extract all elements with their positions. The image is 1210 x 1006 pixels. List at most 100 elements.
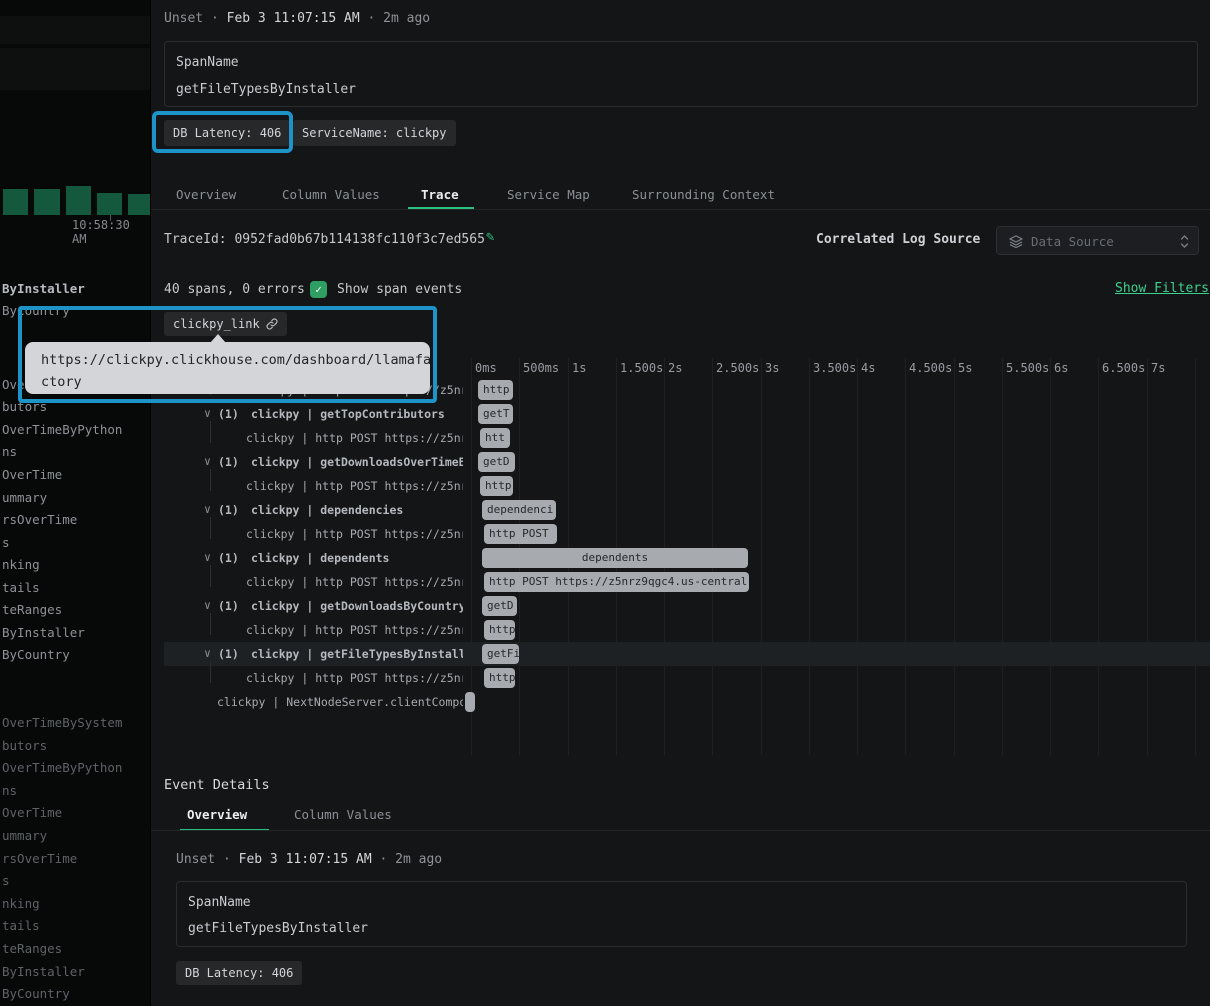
data-source-select[interactable]: Data Source <box>996 226 1199 255</box>
histogram-bar <box>34 189 60 215</box>
result-row-fragment[interactable]: ummary <box>2 490 47 505</box>
span-row[interactable]: ∨(1)clickpy | getDownloadsOverTimeBySget… <box>151 450 1210 474</box>
span-event-count: (1) <box>218 498 239 522</box>
span-duration-bar[interactable]: dependents <box>482 548 748 568</box>
result-row-fragment[interactable]: ByInstaller <box>2 964 85 979</box>
span-duration-bar[interactable]: dependenci <box>482 500 556 520</box>
event-details-tab-overview[interactable]: Overview <box>187 807 247 822</box>
result-row-fragment[interactable]: teRanges <box>2 602 62 617</box>
tab-service-map[interactable]: Service Map <box>507 187 590 202</box>
edit-trace-id-icon[interactable]: ✎ <box>486 229 494 245</box>
tooltip-url-line1: https://clickpy.clickhouse.com/dashboard… <box>41 349 414 371</box>
span-duration-bar[interactable]: http POST <box>484 524 557 544</box>
event-header-line: Unset · Feb 3 11:07:15 AM · 2m ago <box>164 11 430 26</box>
span-row[interactable]: clickpy | http POST https://z5nrz http PO… <box>151 570 1210 594</box>
span-duration-bar[interactable]: http <box>484 668 515 688</box>
tab-trace[interactable]: Trace <box>421 187 459 202</box>
span-duration-bar[interactable]: http <box>480 476 513 496</box>
span-row[interactable]: ∨(1)clickpy | dependenciesdependenci <box>151 498 1210 522</box>
span-row[interactable]: clickpy | NextNodeServer.clientCompone <box>151 690 1210 714</box>
result-row-fragment[interactable]: OverTimeByPython <box>2 422 122 437</box>
result-row-fragment[interactable]: s <box>2 535 10 550</box>
span-duration-bar[interactable]: getFi <box>482 644 519 664</box>
histogram-bar <box>3 189 28 215</box>
span-row[interactable]: ∨(1)clickpy | getDownloadsByCountrygetD <box>151 594 1210 618</box>
tab-overview[interactable]: Overview <box>176 187 236 202</box>
timeline-tick-label: 5.500s <box>1006 361 1049 375</box>
result-row-fragment[interactable]: ummary <box>2 828 47 843</box>
show-filters-link[interactable]: Show Filters <box>1115 281 1209 296</box>
span-duration-bar[interactable] <box>465 692 475 712</box>
span-row-name: clickpy | http POST https://z5nrz <box>151 426 463 450</box>
result-row-fragment[interactable]: ByInstaller <box>2 625 85 640</box>
span-duration-bar[interactable]: getD <box>482 596 517 616</box>
span-duration-bar[interactable]: getD <box>478 452 515 472</box>
span-name-text: clickpy | getDownloadsOverTimeByS <box>251 450 463 474</box>
spans-summary: 40 spans, 0 errors <box>164 282 305 297</box>
span-row-name: clickpy | http POST https://z5nrz <box>151 666 463 690</box>
span-duration-bar[interactable]: getT <box>478 404 513 424</box>
span-event-count: (1) <box>218 546 239 570</box>
result-row-fragment[interactable]: nking <box>2 557 40 572</box>
event-details-db-latency-badge[interactable]: DB Latency: 406 <box>176 961 302 985</box>
show-span-events-label[interactable]: Show span events <box>337 282 462 297</box>
highlight-box-db-latency <box>152 111 293 153</box>
service-name-badge[interactable]: ServiceName: clickpy <box>293 120 456 146</box>
span-row-name: clickpy | NextNodeServer.clientCompone <box>151 690 463 714</box>
separator-dot: · <box>223 852 231 867</box>
span-row[interactable]: clickpy | http POST https://z5nrzhttp <box>151 618 1210 642</box>
result-row-fragment[interactable]: OverTime <box>2 805 62 820</box>
span-row[interactable]: clickpy | http POST https://z5nrz http <box>151 666 1210 690</box>
span-row[interactable]: clickpy | http POST https://z5nrz http <box>151 474 1210 498</box>
span-name-text: clickpy | dependencies <box>251 498 403 522</box>
result-row-fragment[interactable]: OverTime <box>2 467 62 482</box>
event-timestamp: Feb 3 11:07:15 AM <box>227 11 360 26</box>
result-row-fragment[interactable]: ns <box>2 783 17 798</box>
result-row-fragment[interactable]: ByCountry <box>2 986 70 1001</box>
span-name-text: clickpy | getDownloadsByCountry <box>251 594 463 618</box>
span-row-name: clickpy | http POST https://z5nrz <box>151 522 463 546</box>
span-duration-bar[interactable]: htt <box>480 428 510 448</box>
result-row-fragment[interactable]: s <box>2 873 10 888</box>
span-name-label: SpanName <box>188 895 251 910</box>
result-row-fragment[interactable]: ns <box>2 444 17 459</box>
span-name-value: getFileTypesByInstaller <box>176 82 356 97</box>
histogram-bar <box>97 193 122 215</box>
data-source-placeholder: Data Source <box>1031 227 1114 256</box>
result-row-fragment[interactable]: tails <box>2 580 40 595</box>
span-row[interactable]: clickpy | http POST https://z5nrz http PO… <box>151 522 1210 546</box>
tab-column-values[interactable]: Column Values <box>282 187 380 202</box>
timeline-tick-label: 500ms <box>523 361 559 375</box>
result-row-fragment[interactable]: OverTimeBySystem <box>2 715 122 730</box>
span-name-text: clickpy | http POST https://z5nrz <box>246 666 463 690</box>
histogram-bar <box>128 194 150 215</box>
result-row-fragment[interactable]: ByCountry <box>2 647 70 662</box>
span-row[interactable]: ∨(1)clickpy | getTopContributorsgetT <box>151 402 1210 426</box>
span-name-text: clickpy | getTopContributors <box>251 402 445 426</box>
layers-icon <box>1009 235 1023 248</box>
span-row[interactable]: clickpy | http POST https://z5nrz htt <box>151 426 1210 450</box>
span-row[interactable]: ∨(1)clickpy | dependentsdependents <box>151 546 1210 570</box>
span-duration-bar[interactable]: http <box>478 380 513 400</box>
event-details-title: Event Details <box>164 777 270 793</box>
show-span-events-checkbox[interactable]: ✓ <box>310 281 327 298</box>
span-duration-bar[interactable]: http POST https://z5nrz9qgc4.us-central <box>484 572 749 592</box>
span-row[interactable]: ∨(1)clickpy | getFileTypesByInstallerget… <box>151 642 1210 666</box>
result-row-fragment[interactable]: ByInstaller <box>2 281 85 296</box>
span-row-name: clickpy | http POST https://z5nrz <box>151 570 463 594</box>
result-row-fragment[interactable]: rsOverTime <box>2 851 77 866</box>
timeline-tick-label: 2.500s <box>716 361 759 375</box>
result-row-fragment[interactable]: OverTimeByPython <box>2 760 122 775</box>
span-duration-bar[interactable]: http <box>484 620 515 640</box>
result-row-fragment[interactable]: butors <box>2 738 47 753</box>
result-row-fragment[interactable]: teRanges <box>2 941 62 956</box>
tab-surrounding-context[interactable]: Surrounding Context <box>632 187 775 202</box>
timeline-tick-label: 7s <box>1151 361 1165 375</box>
events-histogram <box>0 90 150 215</box>
result-row-fragment[interactable]: nking <box>2 896 40 911</box>
span-name-text: clickpy | http POST https://z5nrz <box>246 474 463 498</box>
event-details-tab-column-values[interactable]: Column Values <box>294 807 392 822</box>
background-band <box>0 16 150 44</box>
result-row-fragment[interactable]: rsOverTime <box>2 512 77 527</box>
result-row-fragment[interactable]: tails <box>2 918 40 933</box>
